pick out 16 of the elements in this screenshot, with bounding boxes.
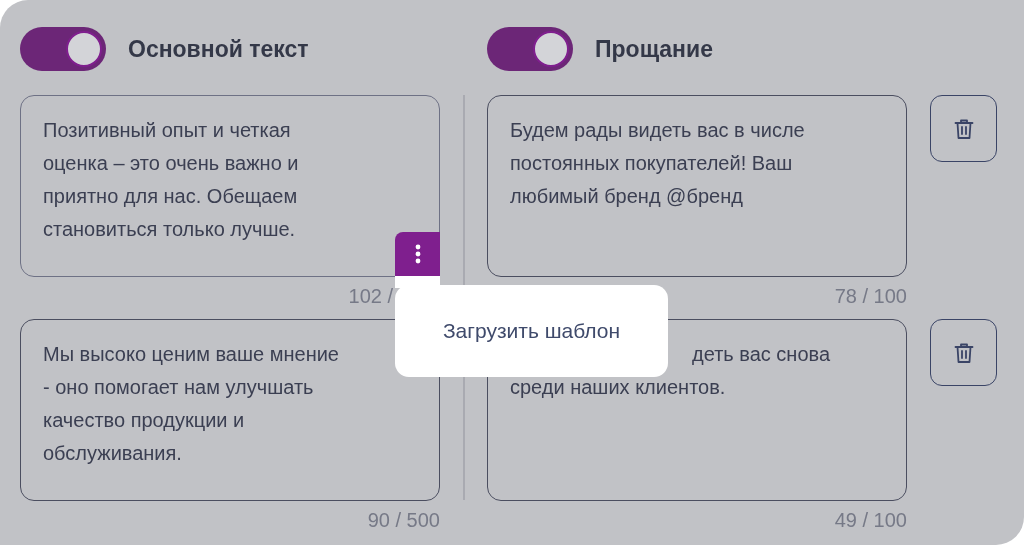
toggle-switch[interactable] <box>487 27 573 71</box>
section-title: Основной текст <box>128 35 309 63</box>
text-area[interactable]: Будем рады видеть вас в числе постоянных покупателей! Ваш любимый бренд @бренд <box>487 95 907 277</box>
more-button[interactable] <box>395 232 440 276</box>
character-counter: 78 / 100 <box>833 284 907 309</box>
character-counter: 102 / <box>347 284 394 309</box>
trash-icon <box>953 341 974 364</box>
character-counter: 90 / 500 <box>366 508 440 533</box>
text-area[interactable]: Мы высоко ценим ваше мнение - оно помогает нам улучшать качество продукции и обслуживания. <box>20 319 440 501</box>
trash-icon <box>953 117 974 140</box>
delete-button[interactable] <box>930 319 997 386</box>
delete-button[interactable] <box>930 95 997 162</box>
toggle-switch[interactable] <box>20 27 106 71</box>
character-counter: 49 / 100 <box>833 508 907 533</box>
more-icon <box>414 244 421 264</box>
section-title: Прощание <box>595 35 713 63</box>
